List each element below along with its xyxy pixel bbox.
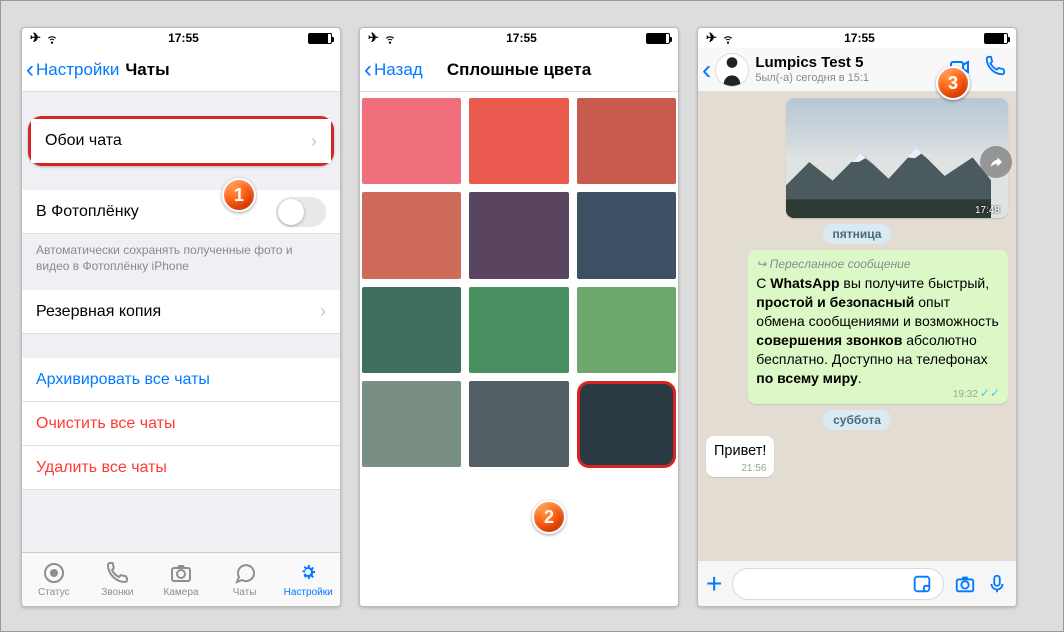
forwarded-label: ↪ Пересланное сообщение: [756, 256, 1000, 272]
phone-solid-colors: 17:55 ‹ Назад Сплошные цвета 2: [359, 27, 679, 607]
cell-label: Обои чата: [45, 132, 122, 150]
avatar[interactable]: [715, 53, 749, 87]
incoming-message[interactable]: Привет! 21:56: [706, 436, 774, 478]
color-swatch[interactable]: [362, 192, 461, 278]
tab-label: Статус: [38, 587, 70, 598]
chevron-right-icon: ›: [311, 131, 317, 152]
tab-chats[interactable]: Чаты: [213, 553, 277, 606]
color-swatch[interactable]: [362, 98, 461, 184]
contact-name: Lumpics Test 5: [755, 55, 869, 72]
chat-input-bar: +: [698, 560, 1016, 606]
status-bar: 17:55: [22, 28, 340, 48]
battery-icon: [308, 33, 332, 44]
message-time: 21:56: [741, 462, 766, 476]
tab-calls[interactable]: Звонки: [86, 553, 150, 606]
step-badge-3: 3: [936, 66, 970, 100]
step-badge-1: 1: [222, 178, 256, 212]
voice-call-icon[interactable]: [984, 55, 1006, 84]
message-time: 19:32✓✓: [953, 385, 1000, 402]
color-swatch[interactable]: [577, 192, 676, 278]
phone-settings-chats: 17:55 ‹ Настройки Чаты Обои чата › В Фот…: [21, 27, 341, 607]
color-swatch[interactable]: [577, 287, 676, 373]
cell-label: Удалить все чаты: [36, 459, 167, 477]
read-ticks-icon: ✓✓: [980, 386, 1000, 400]
color-swatch[interactable]: [362, 381, 461, 467]
image-message[interactable]: 17:48: [786, 98, 1008, 218]
back-label: Назад: [374, 60, 423, 80]
forward-icon[interactable]: [980, 146, 1012, 178]
forwarded-message[interactable]: ↪ Пересланное сообщение С WhatsApp вы по…: [748, 250, 1008, 404]
date-chip: пятница: [823, 224, 892, 244]
page-title: Сплошные цвета: [447, 60, 591, 80]
tab-label: Настройки: [284, 587, 333, 598]
clock: 17:55: [506, 31, 537, 45]
camera-icon[interactable]: [954, 573, 976, 595]
toggle-off[interactable]: [276, 197, 326, 227]
color-swatch[interactable]: [469, 381, 568, 467]
attach-icon[interactable]: +: [706, 568, 722, 600]
cell-label: В Фотоплёнку: [36, 203, 139, 221]
cell-clear-all[interactable]: Очистить все чаты: [22, 402, 340, 446]
tab-status[interactable]: Статус: [22, 553, 86, 606]
chevron-left-icon: ‹: [364, 58, 372, 82]
msg-text: Привет!: [714, 443, 766, 459]
airplane-icon: [706, 30, 717, 46]
footnote: Автоматически сохранять полученные фото …: [22, 234, 340, 290]
cell-label: Очистить все чаты: [36, 415, 175, 433]
cell-archive-all[interactable]: Архивировать все чаты: [22, 358, 340, 402]
message-time: 17:48: [975, 205, 1000, 216]
chevron-left-icon: ‹: [26, 58, 34, 82]
status-bar: 17:55: [698, 28, 1016, 48]
chat-body[interactable]: 17:48 пятница ↪ Пересланное сообщение С …: [698, 92, 1016, 560]
contact-status: 5ыл(-а) сегодня в 15:1: [755, 72, 869, 84]
tab-settings[interactable]: Настройки: [276, 553, 340, 606]
tab-label: Чаты: [233, 587, 257, 598]
tab-label: Камера: [164, 587, 199, 598]
cell-chat-wallpaper[interactable]: Обои чата ›: [31, 119, 331, 163]
wifi-icon: [721, 31, 735, 45]
page-title: Чаты: [125, 60, 169, 80]
sticker-icon[interactable]: [911, 573, 933, 595]
wifi-icon: [45, 31, 59, 45]
color-swatch[interactable]: [577, 381, 676, 467]
back-button[interactable]: ‹ Назад: [360, 58, 423, 82]
back-button[interactable]: ‹ Настройки: [22, 58, 119, 82]
tab-bar: Статус Звонки Камера Чаты Настройки: [22, 552, 340, 606]
clock: 17:55: [168, 31, 199, 45]
chat-title-wrap[interactable]: Lumpics Test 5 5ыл(-а) сегодня в 15:1: [755, 55, 869, 84]
step-badge-2: 2: [532, 500, 566, 534]
phone-chat: 17:55 ‹ Lumpics Test 5 5ыл(-а) сегодня в…: [697, 27, 1017, 607]
status-bar: 17:55: [360, 28, 678, 48]
callout-wallpaper: Обои чата ›: [28, 116, 334, 166]
chevron-right-icon: ›: [320, 301, 326, 322]
color-swatch[interactable]: [362, 287, 461, 373]
tab-label: Звонки: [101, 587, 133, 598]
nav-bar: ‹ Назад Сплошные цвета: [360, 48, 678, 92]
color-swatch[interactable]: [469, 98, 568, 184]
clock: 17:55: [844, 31, 875, 45]
airplane-icon: [368, 30, 379, 46]
battery-icon: [984, 33, 1008, 44]
color-swatch[interactable]: [469, 287, 568, 373]
cell-label: Архивировать все чаты: [36, 371, 210, 389]
battery-icon: [646, 33, 670, 44]
color-swatch[interactable]: [469, 192, 568, 278]
airplane-icon: [30, 30, 41, 46]
mic-icon[interactable]: [986, 573, 1008, 595]
msg-text: С WhatsApp вы получите быстрый, простой …: [756, 275, 999, 385]
cell-delete-all[interactable]: Удалить все чаты: [22, 446, 340, 490]
cell-label: Резервная копия: [36, 303, 161, 321]
nav-bar: ‹ Настройки Чаты: [22, 48, 340, 92]
color-grid: [360, 92, 678, 606]
cell-save-to-camera-roll[interactable]: В Фотоплёнку: [22, 190, 340, 234]
back-label: Настройки: [36, 60, 119, 80]
tab-camera[interactable]: Камера: [149, 553, 213, 606]
color-swatch[interactable]: [577, 98, 676, 184]
message-input[interactable]: [732, 568, 944, 600]
wifi-icon: [383, 31, 397, 45]
cell-backup[interactable]: Резервная копия ›: [22, 290, 340, 334]
settings-list: Обои чата › В Фотоплёнку Автоматически с…: [22, 92, 340, 552]
chevron-left-icon[interactable]: ‹: [698, 54, 711, 86]
date-chip: суббота: [823, 410, 891, 430]
